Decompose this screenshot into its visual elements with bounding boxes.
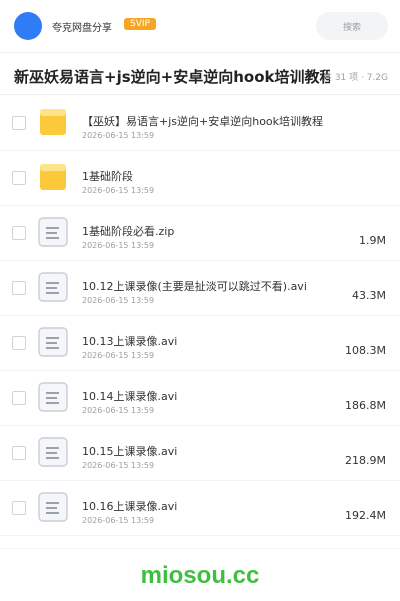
file-size: 43.3M: [352, 289, 386, 302]
file-date: 2026-06-15 13:59: [82, 516, 155, 525]
file-date: 2026-06-15 13:59: [82, 186, 155, 195]
file-row[interactable]: 10.16上课录像.avi 2026-06-15 13:59 192.4M: [0, 481, 400, 536]
document-icon: [38, 382, 68, 412]
row-checkbox[interactable]: [12, 501, 26, 515]
document-icon: [38, 272, 68, 302]
row-checkbox[interactable]: [12, 446, 26, 460]
file-row[interactable]: 10.14上课录像.avi 2026-06-15 13:59 186.8M: [0, 371, 400, 426]
file-name: 10.16上课录像.avi: [82, 500, 178, 513]
file-row[interactable]: 【巫妖】易语言+js逆向+安卓逆向hook培训教程 2026-06-15 13:5…: [0, 96, 400, 151]
file-name: 10.12上课录像(主要是扯淡可以跳过不看).avi: [82, 280, 307, 293]
file-date: 2026-06-15 13:59: [82, 406, 155, 415]
file-size: 218.9M: [345, 454, 386, 467]
title-bar: 新巫妖易语言+js逆向+安卓逆向hook培训教程 共 31 项 · 7.2G: [0, 56, 400, 95]
row-checkbox[interactable]: [12, 336, 26, 350]
file-name: 10.15上课录像.avi: [82, 445, 178, 458]
file-name: 1基础阶段: [82, 170, 133, 183]
file-size: 186.8M: [345, 399, 386, 412]
file-date: 2026-06-15 13:59: [82, 131, 155, 140]
folder-icon: [38, 162, 68, 192]
row-checkbox[interactable]: [12, 116, 26, 130]
file-row[interactable]: 10.13上课录像.avi 2026-06-15 13:59 108.3M: [0, 316, 400, 371]
app-header: 夸克网盘分享 SVIP 搜索: [0, 0, 400, 53]
page-title: 新巫妖易语言+js逆向+安卓逆向hook培训教程: [14, 68, 330, 86]
svip-badge: SVIP: [124, 18, 156, 30]
file-row[interactable]: 10.12上课录像(主要是扯淡可以跳过不看).avi 2026-06-15 13:…: [0, 261, 400, 316]
document-icon: [38, 217, 68, 247]
row-checkbox[interactable]: [12, 226, 26, 240]
search-button[interactable]: 搜索: [316, 12, 388, 40]
file-name: 10.13上课录像.avi: [82, 335, 178, 348]
row-checkbox[interactable]: [12, 391, 26, 405]
file-row[interactable]: 10.15上课录像.avi 2026-06-15 13:59 218.9M: [0, 426, 400, 481]
file-name: 1基础阶段必看.zip: [82, 225, 175, 238]
share-meta: 共 31 项 · 7.2G: [322, 73, 388, 83]
document-icon: [38, 437, 68, 467]
avatar[interactable]: [14, 12, 42, 40]
file-row[interactable]: 1基础阶段必看.zip 2026-06-15 13:59 1.9M: [0, 206, 400, 261]
file-date: 2026-06-15 13:59: [82, 241, 155, 250]
file-list: 【巫妖】易语言+js逆向+安卓逆向hook培训教程 2026-06-15 13:5…: [0, 96, 400, 536]
file-date: 2026-06-15 13:59: [82, 296, 155, 305]
row-checkbox[interactable]: [12, 171, 26, 185]
row-checkbox[interactable]: [12, 281, 26, 295]
file-name: 【巫妖】易语言+js逆向+安卓逆向hook培训教程: [82, 115, 324, 128]
file-size: 108.3M: [345, 344, 386, 357]
document-icon: [38, 492, 68, 522]
file-size: 192.4M: [345, 509, 386, 522]
file-row[interactable]: 1基础阶段 2026-06-15 13:59: [0, 151, 400, 206]
file-date: 2026-06-15 13:59: [82, 351, 155, 360]
file-name: 10.14上课录像.avi: [82, 390, 178, 403]
document-icon: [38, 327, 68, 357]
folder-icon: [38, 107, 68, 137]
file-size: 1.9M: [359, 234, 386, 247]
watermark: miosou.cc: [140, 562, 260, 589]
file-date: 2026-06-15 13:59: [82, 461, 155, 470]
brand-name: 夸克网盘分享: [52, 23, 112, 34]
